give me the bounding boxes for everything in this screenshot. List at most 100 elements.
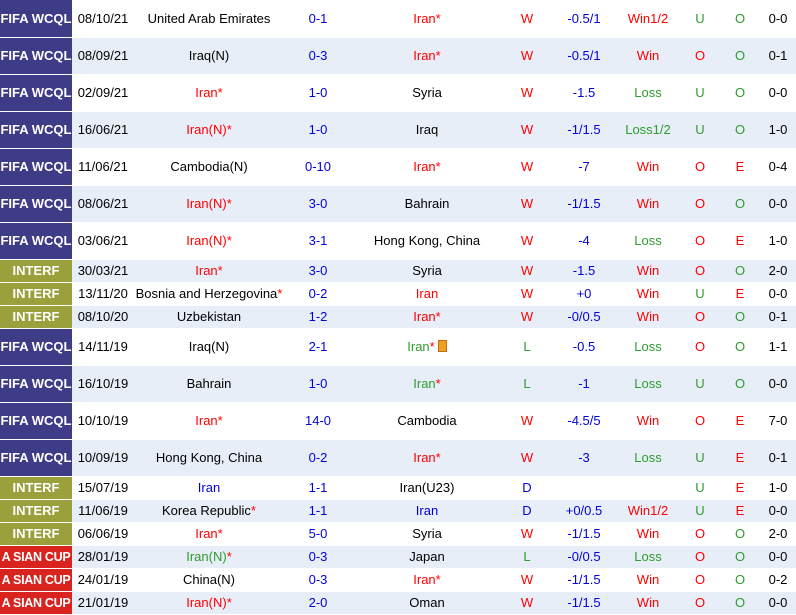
home-team[interactable]: Cambodia(N) <box>134 148 284 186</box>
away-team[interactable]: Syria <box>352 74 502 112</box>
home-team[interactable]: Iraq(N) <box>134 37 284 75</box>
score[interactable]: 2-1 <box>284 328 352 366</box>
handicap-line: -1/1.5 <box>552 185 616 223</box>
score[interactable]: 0-2 <box>284 282 352 306</box>
score[interactable]: 14-0 <box>284 402 352 440</box>
league-cell[interactable]: INTERF <box>0 259 72 283</box>
league-cell[interactable]: FIFA WCQL <box>0 328 72 366</box>
score[interactable]: 0-10 <box>284 148 352 186</box>
home-team[interactable]: Iran* <box>134 402 284 440</box>
away-team[interactable]: Iran <box>352 282 502 306</box>
away-team[interactable]: Iran* <box>352 365 502 403</box>
league-cell[interactable]: A SIAN CUP <box>0 568 72 592</box>
league-cell[interactable]: FIFA WCQL <box>0 111 72 149</box>
league-cell[interactable]: INTERF <box>0 522 72 546</box>
away-team[interactable]: Iran* <box>352 0 502 38</box>
league-cell[interactable]: FIFA WCQL <box>0 0 72 38</box>
home-team[interactable]: United Arab Emirates <box>134 0 284 38</box>
home-team[interactable]: Korea Republic* <box>134 499 284 523</box>
home-team[interactable]: Uzbekistan <box>134 305 284 329</box>
home-team[interactable]: China(N) <box>134 568 284 592</box>
odd-even-result: O <box>720 111 760 149</box>
home-team[interactable]: Iran* <box>134 259 284 283</box>
away-team[interactable]: Iran(U23) <box>352 476 502 500</box>
score[interactable]: 1-0 <box>284 111 352 149</box>
league-cell[interactable]: FIFA WCQL <box>0 222 72 260</box>
score[interactable]: 0-2 <box>284 439 352 477</box>
score[interactable]: 1-1 <box>284 499 352 523</box>
match-result: L <box>502 365 552 403</box>
away-team[interactable]: Iran* <box>352 328 502 366</box>
home-team[interactable]: Iran <box>134 476 284 500</box>
home-team[interactable]: Bosnia and Herzegovina* <box>134 282 284 306</box>
over-under-result: O <box>680 222 720 260</box>
handicap-result: Loss <box>616 545 680 569</box>
odd-even-result: E <box>720 402 760 440</box>
away-team[interactable]: Iran* <box>352 439 502 477</box>
away-team[interactable]: Iran* <box>352 568 502 592</box>
league-cell[interactable]: INTERF <box>0 282 72 306</box>
score[interactable]: 1-1 <box>284 476 352 500</box>
home-team[interactable]: Iran* <box>134 74 284 112</box>
handicap-result: Win <box>616 402 680 440</box>
league-cell[interactable]: INTERF <box>0 476 72 500</box>
score[interactable]: 0-1 <box>284 0 352 38</box>
score[interactable]: 1-0 <box>284 74 352 112</box>
home-team[interactable]: Iran(N)* <box>134 111 284 149</box>
home-team[interactable]: Iran* <box>134 522 284 546</box>
home-team[interactable]: Iran(N)* <box>134 545 284 569</box>
league-cell[interactable]: INTERF <box>0 305 72 329</box>
score[interactable]: 2-0 <box>284 591 352 615</box>
league-cell[interactable]: FIFA WCQL <box>0 365 72 403</box>
league-name: INTERF <box>12 503 60 518</box>
home-team[interactable]: Hong Kong, China <box>134 439 284 477</box>
away-team[interactable]: Iraq <box>352 111 502 149</box>
home-team[interactable]: Iraq(N) <box>134 328 284 366</box>
league-cell[interactable]: INTERF <box>0 499 72 523</box>
score[interactable]: 1-2 <box>284 305 352 329</box>
match-row: FIFA WCQL 08/10/21 United Arab Emirates 0-1… <box>0 0 796 38</box>
home-team[interactable]: Iran(N)* <box>134 222 284 260</box>
away-star-mark: * <box>435 572 441 587</box>
away-team[interactable]: Syria <box>352 259 502 283</box>
league-cell[interactable]: FIFA WCQL <box>0 402 72 440</box>
handicap-line: -3 <box>552 439 616 477</box>
half-time-score: 0-0 <box>760 591 796 615</box>
away-team[interactable]: Iran* <box>352 37 502 75</box>
home-team-name: Iran <box>195 263 218 278</box>
league-name: FIFA WCQL <box>0 376 72 391</box>
match-result: W <box>502 185 552 223</box>
score[interactable]: 0-3 <box>284 37 352 75</box>
score[interactable]: 5-0 <box>284 522 352 546</box>
away-team[interactable]: Iran <box>352 499 502 523</box>
league-cell[interactable]: FIFA WCQL <box>0 185 72 223</box>
home-team[interactable]: Bahrain <box>134 365 284 403</box>
league-name: FIFA WCQL <box>0 48 72 63</box>
away-team[interactable]: Japan <box>352 545 502 569</box>
odd-even-result: O <box>720 0 760 38</box>
score[interactable]: 0-3 <box>284 568 352 592</box>
away-team[interactable]: Hong Kong, China <box>352 222 502 260</box>
away-team[interactable]: Cambodia <box>352 402 502 440</box>
score[interactable]: 1-0 <box>284 365 352 403</box>
away-team[interactable]: Bahrain <box>352 185 502 223</box>
home-team[interactable]: Iran(N)* <box>134 185 284 223</box>
away-team[interactable]: Oman <box>352 591 502 615</box>
score[interactable]: 3-1 <box>284 222 352 260</box>
away-team[interactable]: Iran* <box>352 305 502 329</box>
league-cell[interactable]: FIFA WCQL <box>0 37 72 75</box>
away-team[interactable]: Syria <box>352 522 502 546</box>
league-cell[interactable]: A SIAN CUP <box>0 545 72 569</box>
score[interactable]: 3-0 <box>284 185 352 223</box>
match-row: FIFA WCQL 02/09/21 Iran* 1-0 Syria W -1.5 Loss U… <box>0 74 796 112</box>
home-team-name: Iraq(N) <box>188 339 230 354</box>
league-cell[interactable]: A SIAN CUP <box>0 591 72 615</box>
home-team[interactable]: Iran(N)* <box>134 591 284 615</box>
league-cell[interactable]: FIFA WCQL <box>0 74 72 112</box>
over-under-result: U <box>680 499 720 523</box>
league-cell[interactable]: FIFA WCQL <box>0 439 72 477</box>
score[interactable]: 3-0 <box>284 259 352 283</box>
away-team[interactable]: Iran* <box>352 148 502 186</box>
score[interactable]: 0-3 <box>284 545 352 569</box>
league-cell[interactable]: FIFA WCQL <box>0 148 72 186</box>
